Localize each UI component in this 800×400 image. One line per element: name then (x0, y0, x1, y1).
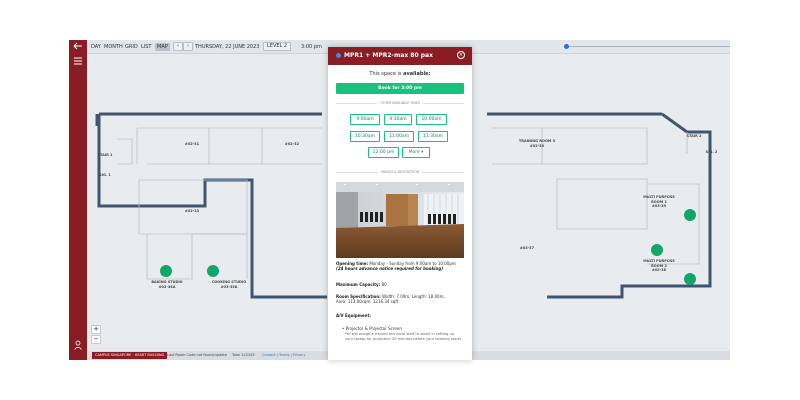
room-booking-modal: MPR1 + MPR2-max 80 pax × This space is a… (328, 47, 472, 360)
room-label: #02-33 (184, 209, 200, 213)
time-slot[interactable]: 11:00am (384, 131, 414, 142)
room-photo (336, 182, 464, 258)
time-slot[interactable]: 10:00am (416, 114, 447, 125)
time-select[interactable]: 3:00 pm (301, 43, 322, 51)
menu-icon[interactable] (72, 57, 84, 69)
av-note: *HI will assign a trained technical staf… (345, 332, 463, 341)
zoom-out-button[interactable]: − (91, 335, 101, 344)
close-circle-icon[interactable]: × (457, 51, 465, 59)
campus-badge: CAMPUS SINGAPORE · HEART BUILDING (92, 352, 168, 359)
view-map[interactable]: MAP (155, 43, 170, 51)
time-slot[interactable]: 11:30am (418, 131, 448, 142)
view-day[interactable]: DAY (91, 43, 101, 51)
room-label: #02-31 (184, 142, 200, 146)
user-icon[interactable] (72, 340, 84, 352)
view-grid[interactable]: GRID (125, 43, 138, 51)
more-times-button[interactable]: More ▾ (402, 147, 430, 158)
time-slider-handle[interactable] (564, 44, 569, 49)
availability-text: This space is available: (369, 71, 431, 77)
level-select[interactable]: LEVEL 2 (263, 42, 292, 51)
room-label: MULTI PURPOSE ROOM 1 #03-39 (643, 195, 675, 208)
availability-status: available: (403, 71, 431, 77)
opening-time: Opening time: Monday - Sunday from 9:00a… (336, 261, 456, 272)
room-pin-mpr1-mpr2[interactable] (651, 244, 663, 256)
view-month[interactable]: MONTH (104, 43, 123, 51)
time-slot[interactable]: 9:00am (350, 114, 380, 125)
room-pin-mpr2[interactable] (684, 273, 696, 285)
room-label: COOKING STUDIO #03-35A (211, 280, 247, 289)
room-label: SIG. 2 (705, 150, 718, 154)
zoom-in-button[interactable]: + (91, 325, 101, 334)
left-rail (69, 40, 87, 360)
other-times-divider: OTHER AVAILABLE TIMES (336, 100, 464, 106)
av-item: • Projector & Projector Screen (342, 326, 402, 331)
av-equipment-heading: A/V Equipment: (336, 313, 371, 318)
modal-title: MPR1 + MPR2-max 80 pax (344, 52, 433, 59)
next-date-button[interactable]: › (183, 42, 193, 51)
back-icon[interactable] (72, 42, 84, 54)
room-label: #02-32 (284, 142, 300, 146)
images-divider: IMAGES & DESCRIPTION (336, 169, 464, 175)
date-picker[interactable]: THURSDAY, 22 JUNE 2023 (195, 43, 259, 51)
room-label: MULTI PURPOSE ROOM 2 #02-38 (643, 259, 675, 272)
room-specification: Room Specification: Width: 7.00m, Length… (336, 294, 445, 305)
room-label: STAIR 1 (97, 153, 113, 157)
time-slider-track[interactable] (567, 46, 730, 47)
time-slot[interactable]: 9:30am (384, 114, 412, 125)
status-text: Last Room Code not found/update (167, 353, 227, 357)
room-label: #03-37 (519, 246, 535, 250)
time-slot[interactable]: 10:30am (350, 131, 380, 142)
room-label: BAKING STUDIO #02-34A (151, 280, 183, 289)
room-pin-baking-studio[interactable] (160, 265, 172, 277)
footer-links[interactable]: Contact | Terms | Privacy (262, 352, 305, 359)
max-capacity: Maximum Capacity: 80 (336, 282, 387, 287)
room-pin-cooking-studio[interactable] (207, 265, 219, 277)
room-label: STAIR 2 (686, 134, 702, 138)
room-pin-mpr1[interactable] (684, 209, 696, 221)
time-slot[interactable]: 12:00 pm (368, 147, 399, 158)
view-list[interactable]: LIST (141, 43, 152, 51)
room-label: TRAINING ROOM 3 #02-30 (518, 139, 556, 148)
modal-header: MPR1 + MPR2-max 80 pax × (328, 47, 472, 65)
status-total: Total 142345 (232, 353, 255, 357)
book-button[interactable]: Book for 3:00 pm (336, 83, 464, 94)
room-label: SIG. 1 (99, 173, 111, 177)
prev-date-button[interactable]: ‹ (173, 42, 183, 51)
room-color-dot (336, 53, 341, 58)
